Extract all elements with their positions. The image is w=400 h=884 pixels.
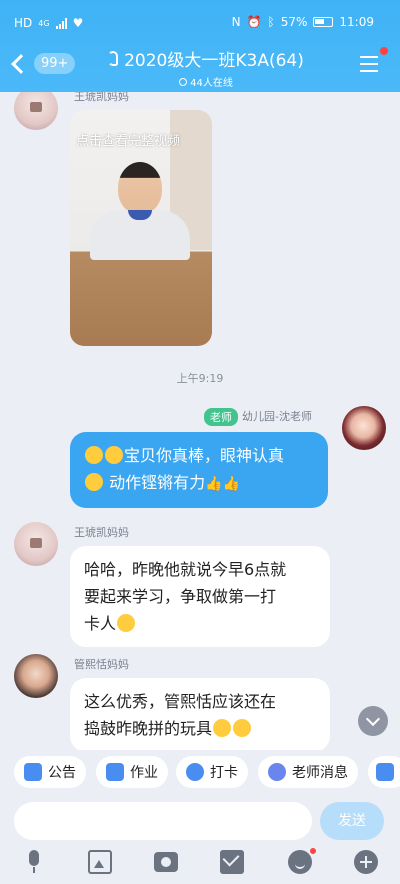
teacher-badge: 老师 [204, 408, 238, 426]
message-input[interactable] [14, 802, 312, 840]
checkin-icon [186, 763, 204, 781]
battery-percent: 57% [280, 15, 308, 29]
wechat-icon: ♥ [72, 16, 84, 30]
image-icon[interactable] [88, 850, 112, 874]
clock: 11:09 [339, 15, 374, 29]
avatar[interactable] [14, 654, 58, 698]
emoji-icon [233, 719, 252, 737]
sender-name: 管熙恬妈妈 [74, 658, 129, 671]
send-button[interactable]: 发送 [320, 802, 384, 840]
notice-button[interactable]: 公告 [14, 756, 86, 788]
microphone-icon[interactable] [22, 850, 46, 874]
bluetooth-icon: ᛒ [267, 15, 275, 29]
thumbs-up-icon: 👍👍 [205, 476, 240, 492]
signal-icon [55, 17, 67, 29]
quick-actions-bar: 公告 作业 打卡 老师消息 [0, 752, 400, 792]
earpiece-icon [108, 51, 119, 66]
sender-name: 幼儿园-沈老师 [242, 410, 312, 423]
battery-icon [313, 17, 334, 27]
emoji-badge-dot [310, 848, 316, 854]
unread-badge: 99+ [34, 53, 76, 74]
homework-button[interactable]: 作业 [96, 756, 168, 788]
teacher-messages-button[interactable]: 老师消息 [258, 756, 358, 788]
avatar[interactable] [342, 406, 386, 450]
sender-name: 王琥凯妈妈 [74, 526, 129, 539]
emoji-icon [85, 473, 103, 491]
more-quick-button[interactable] [368, 756, 400, 788]
emoji-icon [213, 719, 232, 737]
menu-icon[interactable] [360, 56, 378, 72]
bottom-toolbar [0, 844, 400, 884]
notice-icon [24, 763, 42, 781]
emoji-icon [117, 614, 136, 632]
avatar[interactable] [14, 522, 58, 566]
back-button[interactable]: 99+ [11, 53, 76, 74]
homework-icon [106, 763, 124, 781]
camera-icon[interactable] [154, 852, 178, 872]
status-bar: HD 4G ♥ N ⏰ ᛒ 57% 11:09 [0, 0, 400, 40]
emoji-icon [85, 446, 103, 464]
video-message[interactable]: 点击查看完整视频 [70, 110, 212, 346]
child-figure [118, 162, 162, 214]
network-label: HD [14, 16, 33, 30]
video-caption: 点击查看完整视频 [76, 134, 181, 149]
chat-title-area[interactable]: 2020级大一班K3A(64) 44人在线 [96, 46, 316, 89]
plus-icon[interactable] [354, 850, 378, 874]
online-icon [179, 77, 188, 86]
avatar[interactable] [14, 92, 58, 130]
timestamp: 上午9:19 [176, 372, 224, 385]
notification-dot [380, 47, 388, 55]
red-packet-icon[interactable] [220, 850, 244, 874]
chat-area[interactable]: 王琥凯妈妈 点击查看完整视频 上午9:19 老师 幼儿园-沈老师 宝贝你真棒，眼… [0, 92, 400, 750]
back-arrow-icon [11, 53, 31, 74]
message-bubble[interactable]: 哈哈，昨晚他就说今早6点就 要起来学习，争取做第一打 卡人 [70, 546, 330, 647]
teacher-message-icon [268, 763, 286, 781]
header: HD 4G ♥ N ⏰ ᛒ 57% 11:09 99+ 2020级大一班K3A(… [0, 0, 400, 92]
sender-name: 王琥凯妈妈 [74, 92, 129, 103]
book-icon [376, 763, 394, 781]
nfc-icon: N [231, 15, 241, 29]
alarm-icon: ⏰ [246, 15, 262, 29]
input-bar: 发送 [0, 800, 400, 844]
net-type-label: 4G [38, 18, 50, 28]
message-bubble[interactable]: 这么优秀，管熙恬应该还在 捣鼓昨晚拼的玩具 [70, 678, 330, 750]
online-count: 44人在线 [190, 78, 233, 89]
group-title: 2020级大一班K3A(64) [124, 51, 304, 71]
emoji-icon [105, 446, 123, 464]
scroll-down-button[interactable] [358, 706, 388, 736]
checkin-button[interactable]: 打卡 [176, 756, 248, 788]
message-bubble[interactable]: 宝贝你真棒，眼神认真 动作铿锵有力👍👍 [70, 432, 328, 508]
emoji-picker-icon[interactable] [288, 850, 312, 874]
